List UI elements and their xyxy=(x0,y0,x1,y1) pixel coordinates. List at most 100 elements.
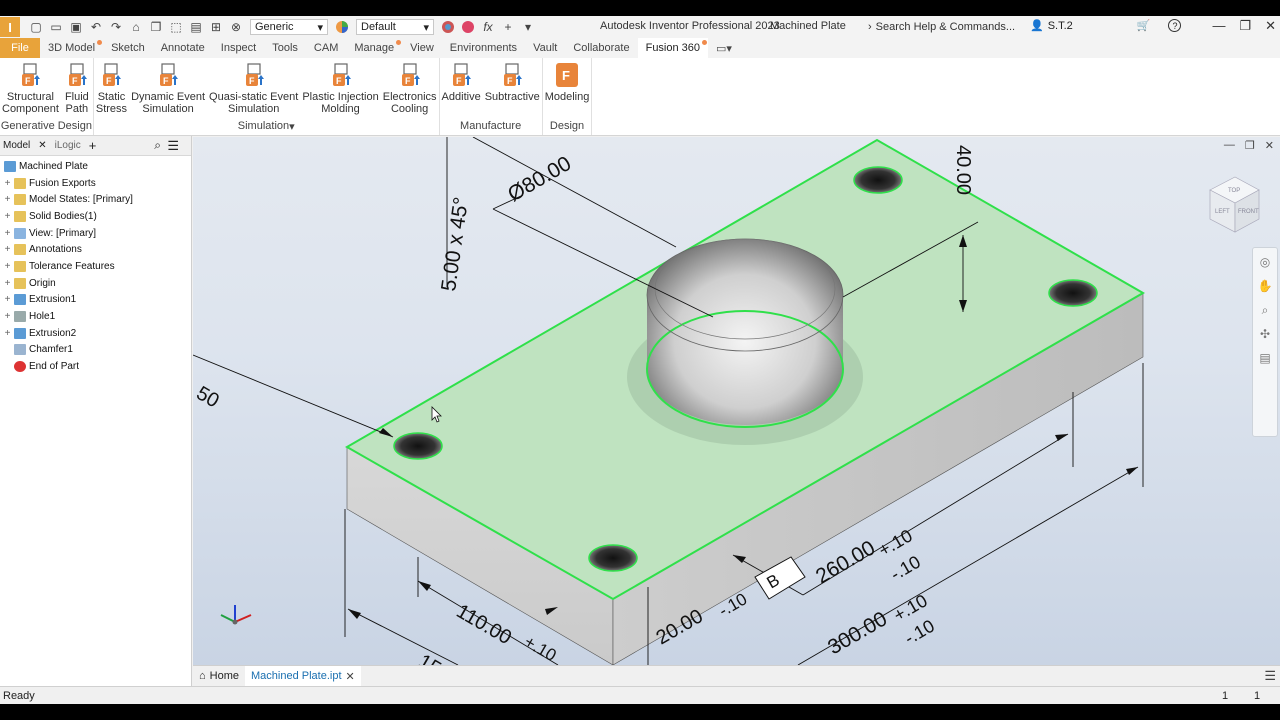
undo-icon[interactable]: ↶ xyxy=(88,19,104,35)
tree-item-model-states-primary[interactable]: + Model States: [Primary] xyxy=(0,191,191,208)
tab-sketch[interactable]: Sketch xyxy=(103,38,153,58)
tree-item-annotations[interactable]: + Annotations xyxy=(0,241,191,258)
plus-icon[interactable]: + xyxy=(500,19,516,35)
tab-file[interactable]: File xyxy=(0,38,40,58)
structural-component-button[interactable]: F Structural Component xyxy=(0,58,61,118)
static-stress-button[interactable]: F Static Stress xyxy=(94,58,129,118)
menu-icon[interactable]: ☰ xyxy=(167,138,179,154)
expand-icon[interactable]: + xyxy=(3,244,12,255)
home-tab[interactable]: ⌂ Home xyxy=(193,666,245,686)
boss-body[interactable] xyxy=(647,239,843,425)
quasi-static-button[interactable]: F Quasi-static Event Simulation xyxy=(207,58,300,118)
steering-wheel-icon[interactable]: ◎ xyxy=(1257,254,1273,270)
clear-override-icon[interactable]: ⊗ xyxy=(228,19,244,35)
document-tab-active[interactable]: Machined Plate.ipt ✕ xyxy=(245,666,361,686)
appearance-browser-icon[interactable] xyxy=(440,19,456,35)
search-icon[interactable]: ⌕ xyxy=(154,138,161,153)
tab-annotate[interactable]: Annotate xyxy=(153,38,213,58)
tree-item-extrusion1[interactable]: + Extrusion1 xyxy=(0,292,191,309)
open-file-icon[interactable]: ▭ xyxy=(48,19,64,35)
appearance-select[interactable]: Generic ▾ xyxy=(250,19,328,35)
expand-icon[interactable]: + xyxy=(3,278,12,289)
expand-icon[interactable]: + xyxy=(3,178,12,189)
tab-overflow-icon[interactable]: ▭▾ xyxy=(708,38,740,58)
copy-icon[interactable]: ❐ xyxy=(148,19,164,35)
panel-title[interactable]: Simulation ▾ xyxy=(94,118,439,134)
add-tab-icon[interactable]: + xyxy=(89,138,97,153)
tree-item-tolerance-features[interactable]: + Tolerance Features xyxy=(0,258,191,275)
measure-icon[interactable]: ⊞ xyxy=(208,19,224,35)
subtractive-button[interactable]: F Subtractive xyxy=(483,58,542,118)
fx-icon[interactable]: fx xyxy=(480,19,496,35)
tree-item-fusion-exports[interactable]: + Fusion Exports xyxy=(0,175,191,192)
hole-right[interactable] xyxy=(1048,279,1098,307)
plastic-injection-button[interactable]: F Plastic Injection Molding xyxy=(300,58,380,118)
expand-icon[interactable]: + xyxy=(3,228,12,239)
expand-icon[interactable]: + xyxy=(3,294,12,305)
tab-3d-model[interactable]: 3D Model xyxy=(40,38,103,58)
expand-icon[interactable]: + xyxy=(3,261,12,272)
new-file-icon[interactable]: ▢ xyxy=(28,19,44,35)
expand-icon[interactable]: + xyxy=(3,194,12,205)
tab-fusion-360[interactable]: Fusion 360 xyxy=(637,38,709,58)
update-icon[interactable]: ▤ xyxy=(188,19,204,35)
expand-icon[interactable]: + xyxy=(3,311,12,322)
zoom-icon[interactable]: ⌕ xyxy=(1257,302,1273,318)
expand-icon[interactable]: + xyxy=(3,328,12,339)
inventor-logo[interactable]: I xyxy=(0,17,20,37)
tree-item-extrusion2[interactable]: + Extrusion2 xyxy=(0,325,191,342)
cart-icon[interactable]: 🛒 xyxy=(1137,19,1151,32)
customize-icon[interactable]: ▾ xyxy=(520,19,536,35)
model-canvas[interactable]: Ø80.00 5.00 x 45° 40.00 50 260.00 +.10 -… xyxy=(193,137,1280,665)
restore-icon[interactable]: ❐ xyxy=(1239,18,1251,34)
tree-item-hole1[interactable]: + Hole1 xyxy=(0,308,191,325)
fusion-modeling-button[interactable]: F Modeling xyxy=(543,58,592,118)
tree-item-end-of-part[interactable]: End of Part xyxy=(0,358,191,375)
close-tab-icon[interactable]: ✕ xyxy=(346,670,355,683)
close-icon[interactable]: ✕ xyxy=(1265,18,1276,34)
graphics-window[interactable]: Ø80.00 5.00 x 45° 40.00 50 260.00 +.10 -… xyxy=(193,137,1280,665)
tab-tools[interactable]: Tools xyxy=(264,38,306,58)
tree-root[interactable]: Machined Plate xyxy=(0,158,191,175)
user-account[interactable]: 👤 S.T.2 🛒? xyxy=(1030,19,1182,32)
tab-collaborate[interactable]: Collaborate xyxy=(565,38,637,58)
viewport-close-icon[interactable]: ✕ xyxy=(1265,139,1274,152)
help-icon[interactable]: ? xyxy=(1168,19,1182,32)
tree-item-view-primary[interactable]: + View: [Primary] xyxy=(0,225,191,242)
dynamic-event-button[interactable]: F Dynamic Event Simulation xyxy=(129,58,207,118)
viewport-minimize-icon[interactable]: — xyxy=(1224,139,1235,152)
save-icon[interactable]: ▣ xyxy=(68,19,84,35)
select-icon[interactable]: ⬚ xyxy=(168,19,184,35)
viewport-restore-icon[interactable]: ❐ xyxy=(1245,139,1255,152)
color-wheel-icon[interactable] xyxy=(334,19,350,35)
tab-vault[interactable]: Vault xyxy=(525,38,565,58)
tab-environments[interactable]: Environments xyxy=(442,38,525,58)
expand-icon[interactable]: + xyxy=(3,211,12,222)
tab-manage[interactable]: Manage xyxy=(346,38,402,58)
minimize-icon[interactable]: — xyxy=(1212,18,1225,34)
additive-button[interactable]: F Additive xyxy=(440,58,483,118)
hole-top[interactable] xyxy=(853,166,903,194)
hole-bottom[interactable] xyxy=(588,544,638,572)
pan-icon[interactable]: ✋ xyxy=(1257,278,1273,294)
tab-ilogic[interactable]: iLogic xyxy=(55,140,81,151)
electronics-cooling-button[interactable]: F Electronics Cooling xyxy=(381,58,439,118)
tab-model[interactable]: Model xyxy=(3,140,30,151)
search-box[interactable]: › Search Help & Commands... xyxy=(868,18,1026,36)
tree-item-origin[interactable]: + Origin xyxy=(0,275,191,292)
hole-left[interactable] xyxy=(393,432,443,460)
orbit-icon[interactable]: ✣ xyxy=(1257,326,1273,342)
tab-view[interactable]: View xyxy=(402,38,442,58)
look-at-icon[interactable]: ▤ xyxy=(1257,350,1273,366)
tab-inspect[interactable]: Inspect xyxy=(213,38,264,58)
close-model-tab-icon[interactable]: ✕ xyxy=(38,140,46,151)
tabs-menu-icon[interactable]: ☰ xyxy=(1264,668,1276,684)
viewcube[interactable]: LEFT FRONT TOP xyxy=(1209,176,1260,233)
home-icon[interactable]: ⌂ xyxy=(128,19,144,35)
adjust-icon[interactable] xyxy=(460,19,476,35)
fluid-path-button[interactable]: F Fluid Path xyxy=(61,58,93,118)
material-select[interactable]: Default ▾ xyxy=(356,19,434,35)
tree-item-chamfer1[interactable]: Chamfer1 xyxy=(0,342,191,359)
tab-cam[interactable]: CAM xyxy=(306,38,346,58)
redo-icon[interactable]: ↷ xyxy=(108,19,124,35)
